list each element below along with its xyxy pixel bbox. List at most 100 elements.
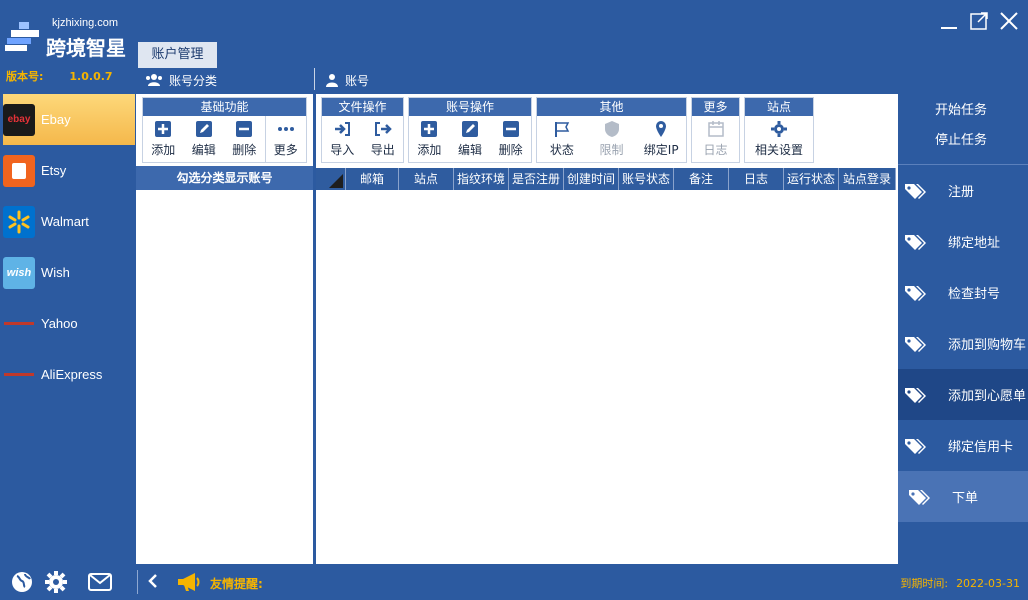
button-label: 编辑: [191, 143, 216, 157]
edit-icon: [462, 121, 478, 137]
export-button[interactable]: 导出: [363, 116, 404, 162]
tags-icon: [905, 336, 926, 352]
sidebar-item-ebay[interactable]: ebay Ebay: [3, 94, 135, 145]
minimize-icon[interactable]: [938, 10, 960, 32]
log-button[interactable]: 日志: [692, 116, 739, 162]
button-label: 添加: [151, 143, 176, 157]
mail-icon[interactable]: [88, 570, 112, 594]
yahoo-logo-icon: [3, 308, 35, 340]
group-title: 站点: [745, 98, 813, 116]
sidebar-item-label: Ebay: [41, 112, 71, 127]
column-header-account-status[interactable]: 账号状态: [619, 168, 674, 190]
tags-icon: [905, 438, 926, 454]
sidebar-item-yahoo[interactable]: Yahoo: [3, 298, 135, 349]
button-label: 限制: [599, 143, 624, 157]
action-label: 绑定地址: [948, 236, 1001, 251]
export-icon: [374, 122, 392, 136]
sidebar-item-wish[interactable]: wish Wish: [3, 247, 135, 298]
location-pin-icon: [656, 121, 667, 137]
sidebar-item-walmart[interactable]: Walmart: [3, 196, 135, 247]
minus-square-icon: [236, 121, 253, 137]
limit-button[interactable]: 限制: [587, 116, 637, 162]
category-more-button[interactable]: 更多: [264, 116, 307, 162]
action-add-to-cart[interactable]: 添加到购物车: [898, 318, 1028, 369]
account-ops-group: 账号操作 添加 编辑 删除: [408, 97, 532, 163]
column-header-site-login[interactable]: 站点登录: [839, 168, 896, 190]
aliexpress-logo-icon: [3, 359, 35, 391]
column-header-registered[interactable]: 是否注册: [509, 168, 564, 190]
column-header-run-status[interactable]: 运行状态: [784, 168, 839, 190]
shield-icon: [604, 121, 619, 137]
action-place-order[interactable]: 下单: [898, 471, 1028, 522]
sidebar-item-aliexpress[interactable]: AliExpress: [3, 349, 135, 400]
globe-icon[interactable]: [10, 570, 34, 594]
account-table-body[interactable]: [316, 190, 898, 560]
edit-icon: [195, 121, 212, 137]
action-register[interactable]: 注册: [898, 165, 1028, 216]
sidebar-item-label: Wish: [41, 265, 70, 280]
column-header-remark[interactable]: 备注: [674, 168, 729, 190]
plus-square-icon: [155, 121, 172, 137]
etsy-logo-icon: [3, 154, 35, 187]
tags-icon: [905, 285, 926, 301]
bind-ip-button[interactable]: 绑定IP: [636, 116, 686, 162]
version-info: 版本号: 1.0.0.7: [6, 68, 113, 84]
restore-icon[interactable]: [968, 10, 990, 32]
tags-icon: [905, 183, 926, 199]
category-add-button[interactable]: 添加: [143, 116, 184, 162]
button-label: 绑定IP: [643, 143, 679, 157]
account-edit-button[interactable]: 编辑: [450, 116, 491, 162]
sidebar-item-label: Walmart: [41, 214, 89, 229]
action-check-ban[interactable]: 检查封号: [898, 267, 1028, 318]
settings-gear-icon[interactable]: [44, 570, 68, 594]
action-label: 添加到心愿单: [948, 389, 1027, 404]
category-delete-button[interactable]: 删除: [224, 116, 265, 162]
import-button[interactable]: 导入: [322, 116, 363, 162]
expire-label: 到期时间:: [900, 577, 949, 590]
column-header-email[interactable]: 邮箱: [346, 168, 399, 190]
stop-task-button[interactable]: 停止任务: [898, 126, 1028, 156]
ebay-logo-icon: ebay: [3, 103, 35, 136]
logo-mark-icon: [5, 22, 39, 51]
import-icon: [335, 122, 351, 136]
other-group: 其他 状态 限制 绑定IP: [536, 97, 687, 163]
button-label: 删除: [232, 143, 257, 157]
column-header-created[interactable]: 创建时间: [564, 168, 619, 190]
select-all-corner[interactable]: [316, 168, 346, 190]
category-header: 账号分类: [145, 70, 217, 90]
action-bind-card[interactable]: 绑定信用卡: [898, 420, 1028, 471]
category-list-header: 勾选分类显示账号: [136, 166, 313, 190]
account-header: 账号: [325, 70, 369, 90]
button-label: 编辑: [458, 143, 483, 157]
account-delete-button[interactable]: 删除: [490, 116, 531, 162]
button-label: 添加: [417, 143, 442, 157]
header-divider: [314, 68, 315, 90]
status-divider: [137, 570, 138, 594]
button-label: 导出: [370, 143, 395, 157]
group-title: 文件操作: [322, 98, 403, 116]
category-edit-button[interactable]: 编辑: [184, 116, 225, 162]
platform-sidebar: ebay Ebay Etsy Walmart wish Wish Yahoo A…: [3, 94, 135, 564]
logo-url: kjzhixing.com: [52, 17, 119, 29]
group-title: 基础功能: [143, 98, 306, 116]
sidebar-item-label: Yahoo: [41, 316, 78, 331]
tab-account-management[interactable]: 账户管理: [138, 42, 217, 68]
action-bind-address[interactable]: 绑定地址: [898, 216, 1028, 267]
site-group: 站点 相关设置: [744, 97, 814, 163]
tags-icon: [905, 387, 926, 403]
action-label: 绑定信用卡: [948, 440, 1014, 455]
sidebar-item-etsy[interactable]: Etsy: [3, 145, 135, 196]
column-header-log[interactable]: 日志: [729, 168, 784, 190]
site-settings-button[interactable]: 相关设置: [745, 116, 813, 162]
basic-functions-group: 基础功能 添加 编辑 删除 更多: [142, 97, 307, 163]
account-add-button[interactable]: 添加: [409, 116, 450, 162]
user-icon: [326, 74, 338, 87]
column-header-site[interactable]: 站点: [399, 168, 454, 190]
status-dropdown-button[interactable]: 状态: [537, 116, 587, 162]
close-icon[interactable]: [998, 10, 1020, 32]
action-add-to-wishlist[interactable]: 添加到心愿单: [898, 369, 1028, 420]
start-task-button[interactable]: 开始任务: [898, 96, 1028, 126]
plus-square-icon: [421, 121, 438, 137]
column-header-fingerprint[interactable]: 指纹环境: [454, 168, 509, 190]
chevron-left-icon[interactable]: [147, 574, 159, 588]
